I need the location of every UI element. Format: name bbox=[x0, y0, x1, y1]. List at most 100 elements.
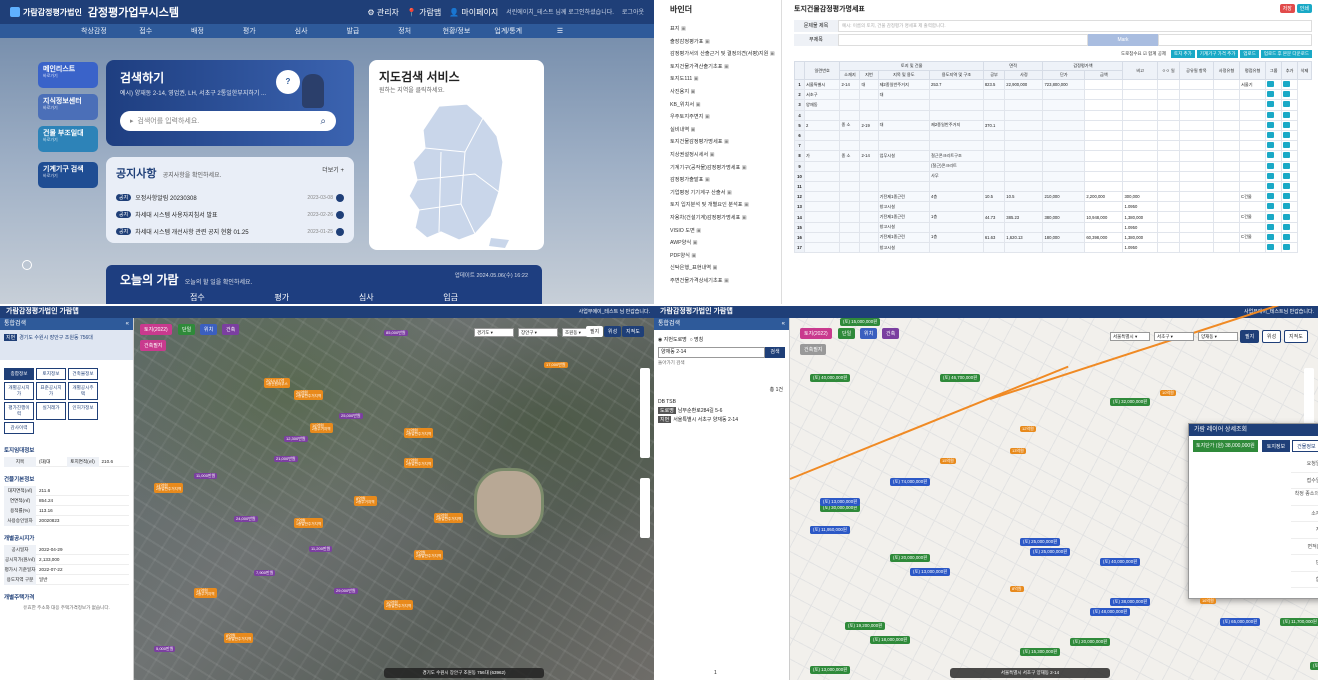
table-cell[interactable] bbox=[1084, 78, 1124, 91]
table-cell[interactable]: 제2종일반주거지 bbox=[929, 119, 984, 131]
map-type-button[interactable]: 위성 bbox=[1262, 330, 1282, 343]
info-tab[interactable]: 평가진행이력 bbox=[4, 402, 34, 420]
nav-item[interactable]: 발급 bbox=[327, 26, 379, 36]
search-button[interactable]: 검색 bbox=[765, 347, 785, 358]
add-cell[interactable] bbox=[1265, 140, 1283, 152]
price-marker[interactable]: 29,000만원 bbox=[334, 588, 358, 595]
add-cell[interactable] bbox=[1265, 191, 1283, 203]
info-tab[interactable]: 개별공시주택 bbox=[68, 382, 98, 400]
binder-item[interactable]: 사진용지 bbox=[670, 88, 775, 101]
table-cell[interactable]: 1,380,000 bbox=[1122, 211, 1158, 223]
table-cell[interactable]: 370.1 bbox=[982, 119, 1006, 131]
price-marker[interactable]: 5,000만원 bbox=[154, 646, 176, 653]
table-cell[interactable]: 대 bbox=[877, 89, 931, 101]
delete-cell[interactable] bbox=[1281, 201, 1298, 213]
table-cell[interactable] bbox=[839, 221, 861, 233]
table-cell[interactable]: 2,200,000 bbox=[1084, 191, 1124, 203]
add-cell[interactable] bbox=[1265, 119, 1283, 131]
price-marker[interactable]: 7,900만원 bbox=[254, 570, 276, 577]
table-cell[interactable] bbox=[1178, 211, 1214, 223]
table-cell[interactable] bbox=[839, 231, 861, 244]
table-cell[interactable] bbox=[1239, 201, 1267, 213]
nav-item[interactable]: 착상감정 bbox=[68, 26, 120, 36]
table-cell[interactable] bbox=[1042, 140, 1086, 152]
add-cell[interactable] bbox=[1265, 78, 1283, 91]
table-cell[interactable] bbox=[1122, 170, 1158, 182]
table-cell[interactable] bbox=[982, 241, 1006, 254]
building-price-marker[interactable]: (토) 48,000,000원 bbox=[1090, 608, 1131, 616]
delete-row-button[interactable] bbox=[1283, 101, 1291, 108]
table-cell[interactable]: (철근)콘크리트 bbox=[929, 160, 984, 172]
table-cell[interactable] bbox=[1004, 150, 1044, 162]
notice-row[interactable]: 공지 차세대 시스템 개선사항 관련 공지 현황 01.25 2023-01-25 bbox=[116, 223, 344, 240]
binder-item[interactable]: 자용차(건설기계)감정평가명세표 bbox=[670, 214, 775, 227]
delete-cell[interactable] bbox=[1281, 211, 1298, 223]
table-cell[interactable] bbox=[1156, 191, 1180, 203]
table-cell[interactable] bbox=[803, 129, 841, 142]
table-cell[interactable] bbox=[877, 160, 931, 172]
info-tab[interactable]: 인허가정보 bbox=[68, 402, 98, 420]
region-select[interactable]: 양재동 ▾ bbox=[1198, 332, 1238, 341]
add-row-button[interactable] bbox=[1267, 162, 1275, 169]
table-cell[interactable] bbox=[1084, 170, 1124, 182]
table-cell[interactable] bbox=[839, 99, 861, 111]
table-cell[interactable] bbox=[1178, 191, 1214, 203]
table-cell[interactable] bbox=[859, 191, 879, 203]
table-cell[interactable] bbox=[1178, 241, 1214, 254]
map-type-button[interactable]: 지적도 bbox=[622, 326, 644, 337]
street-map[interactable]: 가람 레이어 상세조회✕ 토지단가 (원) 38,000,000원토지정보건물정… bbox=[789, 306, 1318, 680]
add-row-button[interactable] bbox=[1267, 121, 1275, 128]
table-cell[interactable] bbox=[1212, 78, 1241, 91]
add-cell[interactable] bbox=[1265, 89, 1283, 101]
table-cell[interactable] bbox=[1156, 119, 1180, 131]
table-cell[interactable] bbox=[859, 89, 879, 101]
layer-toggle-button[interactable]: 위치 bbox=[860, 328, 878, 339]
table-cell[interactable] bbox=[1084, 180, 1124, 193]
table-cell[interactable] bbox=[839, 191, 861, 203]
table-cell[interactable] bbox=[1042, 150, 1086, 162]
map-type-button[interactable]: 필지 bbox=[1240, 330, 1260, 343]
add-cell[interactable] bbox=[1265, 241, 1283, 254]
price-marker[interactable]: 9억원 2종일반주거지역 bbox=[414, 550, 444, 561]
delete-row-button[interactable] bbox=[1283, 213, 1291, 220]
building-price-marker[interactable]: (토) 74,000,000원 bbox=[890, 478, 931, 486]
korea-map[interactable] bbox=[379, 100, 529, 250]
info-tab[interactable]: 토지정보 bbox=[36, 368, 66, 380]
table-cell[interactable]: 1,620.13 bbox=[1004, 231, 1044, 244]
table-cell[interactable]: 창고시설 bbox=[877, 201, 931, 213]
info-tab[interactable]: 감사이력 bbox=[4, 422, 34, 434]
table-cell[interactable] bbox=[839, 201, 861, 213]
table-cell[interactable] bbox=[1156, 140, 1180, 152]
table-cell[interactable] bbox=[859, 109, 879, 121]
binder-item[interactable]: 토지건물가격산출기초표 bbox=[670, 63, 775, 76]
table-cell[interactable] bbox=[1212, 201, 1241, 213]
table-cell[interactable] bbox=[1042, 99, 1086, 111]
add-cell[interactable] bbox=[1265, 180, 1283, 193]
map-tools[interactable] bbox=[640, 478, 650, 538]
table-cell[interactable] bbox=[1042, 129, 1086, 142]
price-marker[interactable]: 17,000만원 bbox=[544, 362, 568, 369]
binder-item[interactable]: 출장감정평가표 bbox=[670, 38, 775, 51]
table-cell[interactable] bbox=[1122, 160, 1158, 172]
table-cell[interactable]: 창고시설 bbox=[877, 221, 931, 233]
table-cell[interactable] bbox=[1004, 109, 1044, 121]
land-price-marker[interactable]: (토) 23,000,000원 bbox=[1310, 662, 1318, 670]
delete-cell[interactable] bbox=[1281, 231, 1298, 244]
table-cell[interactable] bbox=[1122, 129, 1158, 142]
table-cell[interactable]: 4층 bbox=[929, 191, 984, 203]
binder-item[interactable]: AWP양식 bbox=[670, 239, 775, 252]
table-cell[interactable]: 1층 bbox=[929, 211, 984, 223]
land-price-marker[interactable]: (토) 11,700,000원 bbox=[1280, 618, 1318, 626]
tool-button[interactable]: 기계기구 가격 추가 bbox=[1196, 50, 1239, 58]
table-cell[interactable] bbox=[1178, 129, 1214, 142]
table-cell[interactable] bbox=[803, 170, 841, 182]
deal-marker[interactable]: 10억원 bbox=[1160, 390, 1176, 397]
doc-title-input[interactable]: 예시: 이름의 토지, 건물 감정평가 명세표 제 출력합니다. bbox=[838, 20, 1312, 32]
nav-item[interactable]: ☰ bbox=[534, 27, 586, 35]
price-marker[interactable]: 12억원 2종일반주거지역 bbox=[404, 428, 434, 439]
table-cell[interactable] bbox=[859, 180, 879, 193]
table-cell[interactable] bbox=[1084, 140, 1124, 152]
table-cell[interactable]: 380,000 bbox=[1042, 211, 1086, 223]
table-cell[interactable]: 1.0950 bbox=[1122, 221, 1158, 233]
building-price-marker[interactable]: (토) 11,950,000원 bbox=[810, 526, 850, 534]
